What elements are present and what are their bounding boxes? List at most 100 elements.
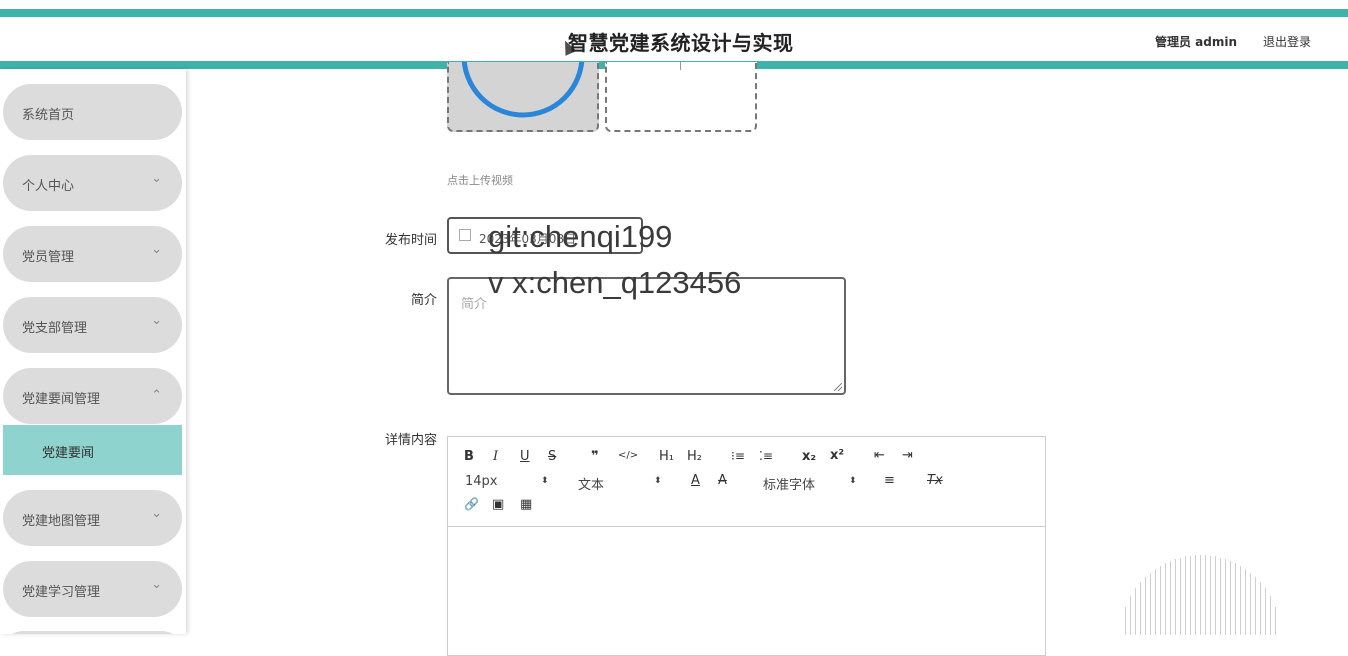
- decorative-line: [1240, 565, 1241, 635]
- decorative-line: [1140, 582, 1141, 635]
- decorative-line: [1200, 555, 1201, 635]
- chevron-up-icon: ⌃: [151, 388, 162, 403]
- sidebar-item-member-management[interactable]: 党员管理 ⌄: [3, 226, 182, 282]
- sidebar-item-label: 党建地图管理: [22, 514, 101, 529]
- header-select-value: 文本: [578, 478, 605, 493]
- decorative-line: [1245, 568, 1246, 635]
- decorative-line: [1220, 557, 1221, 635]
- editor-toolbar: B I U S ❞ </> H₁ H₂ ⁝≡ ⁚≡ x₂ x² ⇤ ⇥ 14px…: [448, 437, 1045, 527]
- sidebar-item-map-management[interactable]: 党建地图管理 ⌄: [3, 490, 182, 546]
- decorative-line: [1255, 576, 1256, 635]
- sidebar-item-label: 党建要闻管理: [22, 392, 101, 407]
- bold-button[interactable]: B: [464, 449, 474, 464]
- sidebar-subitem-news[interactable]: 党建要闻: [3, 425, 182, 475]
- video-icon[interactable]: ▦: [520, 497, 532, 512]
- link-icon[interactable]: 🔗: [464, 497, 479, 511]
- header: 智慧党建系统设计与实现 管理员 admin 退出登录: [0, 17, 1348, 61]
- decorative-lines: [1110, 555, 1300, 635]
- decorative-line: [1265, 588, 1266, 635]
- decorative-line: [1180, 557, 1181, 635]
- header-top-stripe: [0, 9, 1348, 17]
- header-select[interactable]: 文本 ⬍: [578, 474, 662, 493]
- bullet-list-button[interactable]: ⁚≡: [759, 449, 773, 463]
- image-icon[interactable]: ▣: [492, 497, 504, 512]
- code-block-button[interactable]: </>: [618, 450, 638, 461]
- loading-circle-icon: [461, 62, 585, 118]
- detail-label: 详情内容: [384, 433, 437, 448]
- decorative-line: [1125, 607, 1126, 635]
- outdent-button[interactable]: ⇤: [874, 448, 885, 463]
- sidebar-item-study-management[interactable]: 党建学习管理 ⌄: [3, 561, 182, 617]
- font-family-select[interactable]: 标准字体 ⬍: [763, 474, 857, 493]
- calendar-icon: [459, 229, 471, 241]
- strike-button[interactable]: S: [548, 449, 556, 464]
- h1-button[interactable]: H₁: [659, 449, 674, 464]
- logout-button[interactable]: 退出登录: [1263, 33, 1311, 50]
- video-upload-box[interactable]: [605, 62, 757, 132]
- blockquote-button[interactable]: ❞: [591, 449, 599, 464]
- sidebar-item-personal-center[interactable]: 个人中心 ⌄: [3, 155, 182, 211]
- decorative-line: [1165, 563, 1166, 635]
- decorative-line: [1190, 555, 1191, 635]
- italic-button[interactable]: I: [493, 449, 498, 464]
- font-color-button[interactable]: A: [691, 473, 700, 488]
- font-size-select[interactable]: 14px ⬍: [465, 474, 549, 489]
- align-button[interactable]: ≡: [884, 473, 895, 488]
- sidebar-item-label: 党建学习管理: [22, 585, 101, 600]
- decorative-line: [1205, 555, 1206, 635]
- decorative-line: [1145, 576, 1146, 635]
- summary-label: 简介: [410, 293, 437, 308]
- chevron-down-icon: ⌄: [151, 506, 162, 521]
- uploaded-image-thumbnail[interactable]: [447, 62, 599, 132]
- decorative-line: [1260, 582, 1261, 635]
- underline-button[interactable]: U: [520, 449, 530, 464]
- decorative-line: [1225, 559, 1226, 635]
- background-color-button[interactable]: A: [718, 473, 727, 488]
- watermark-line-2: v x:chen_q123456: [488, 265, 742, 300]
- decorative-line: [1275, 607, 1276, 635]
- plus-icon: [680, 62, 681, 70]
- publish-time-label: 发布时间: [384, 233, 437, 248]
- indent-button[interactable]: ⇥: [902, 448, 913, 463]
- ordered-list-button[interactable]: ⁝≡: [731, 449, 745, 463]
- sidebar-item-branch-management[interactable]: 党支部管理 ⌄: [3, 297, 182, 353]
- summary-placeholder: 简介: [461, 297, 488, 312]
- chevron-down-icon: ⌄: [151, 577, 162, 592]
- sidebar-item-news-management[interactable]: 党建要闻管理 ⌃: [3, 368, 182, 424]
- sidebar-item-label: 系统首页: [22, 108, 75, 123]
- decorative-line: [1135, 588, 1136, 635]
- superscript-button[interactable]: x²: [830, 448, 844, 463]
- decorative-line: [1215, 556, 1216, 635]
- chevron-down-icon: ⌄: [151, 171, 162, 186]
- select-arrows-icon: ⬍: [849, 476, 857, 486]
- resize-handle-icon[interactable]: [834, 383, 842, 391]
- font-family-value: 标准字体: [763, 478, 816, 493]
- decorative-line: [1130, 596, 1131, 635]
- decorative-line: [1250, 572, 1251, 635]
- watermark-line-1: git:chenqi199: [488, 219, 673, 254]
- app-title: 智慧党建系统设计与实现: [568, 31, 794, 55]
- decorative-line: [1230, 560, 1231, 635]
- subscript-button[interactable]: x₂: [802, 449, 816, 464]
- sidebar-item-label: 党支部管理: [22, 321, 88, 336]
- decorative-line: [1170, 560, 1171, 635]
- decorative-line: [1155, 568, 1156, 635]
- sidebar-item-label: 党员管理: [22, 250, 75, 265]
- chevron-down-icon: ⌄: [151, 313, 162, 328]
- h2-button[interactable]: H₂: [687, 449, 702, 464]
- clear-format-button[interactable]: Tx: [927, 473, 943, 488]
- decorative-line: [1160, 565, 1161, 635]
- chevron-down-icon: ⌄: [151, 242, 162, 257]
- font-size-value: 14px: [465, 474, 498, 489]
- sidebar-item-home[interactable]: 系统首页: [3, 84, 182, 140]
- decorative-line: [1150, 572, 1151, 635]
- decorative-line: [1195, 555, 1196, 635]
- upload-video-hint: 点击上传视频: [447, 174, 513, 187]
- select-arrows-icon: ⬍: [541, 476, 549, 486]
- decorative-line: [1185, 556, 1186, 635]
- decorative-line: [1210, 555, 1211, 635]
- sidebar: 系统首页 个人中心 ⌄ 党员管理 ⌄ 党支部管理 ⌄ 党建要闻管理 ⌃ 党建要闻…: [0, 69, 186, 634]
- rich-text-editor: B I U S ❞ </> H₁ H₂ ⁝≡ ⁚≡ x₂ x² ⇤ ⇥ 14px…: [447, 436, 1046, 656]
- select-arrows-icon: ⬍: [654, 476, 662, 486]
- decorative-line: [1235, 563, 1236, 635]
